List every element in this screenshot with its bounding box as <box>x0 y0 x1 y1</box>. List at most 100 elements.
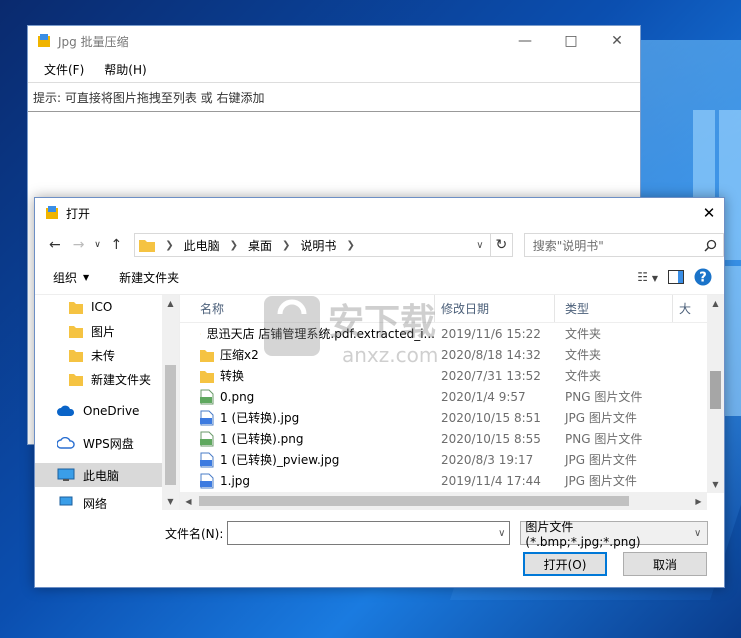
breadcrumb-this-pc[interactable]: 此电脑 <box>184 237 220 254</box>
png-file-icon <box>200 389 214 404</box>
folder-icon <box>200 333 201 334</box>
address-bar[interactable]: ❯ 此电脑 ❯ 桌面 ❯ 说明书 ❯ ∨ <box>134 233 491 257</box>
cancel-button[interactable]: 取消 <box>623 552 707 576</box>
folder-icon <box>200 370 214 383</box>
pc-icon <box>57 468 75 481</box>
nav-item-this-pc[interactable]: 此电脑 <box>35 463 179 487</box>
nav-item-label: 此电脑 <box>83 468 120 483</box>
folder-icon <box>200 349 214 362</box>
open-button[interactable]: 打开(O) <box>523 552 607 576</box>
file-row[interactable]: 1 (已转换)_pview.jpg 2020/8/3 19:17 JPG 图片文件 <box>180 449 724 470</box>
app-titlebar[interactable]: Jpg 批量压缩 — □ ✕ <box>28 26 640 56</box>
folder-icon <box>139 240 156 252</box>
file-list: 名称 修改日期 类型 大 思迅天店 店铺管理系统.pdf.extracted_i… <box>180 295 724 510</box>
nav-item-label: WPS网盘 <box>83 436 134 451</box>
file-row[interactable]: 转换 2020/7/31 13:52 文件夹 <box>180 365 724 386</box>
file-type: JPG 图片文件 <box>565 474 637 488</box>
breadcrumb-desktop[interactable]: 桌面 <box>248 237 272 254</box>
file-type: 文件夹 <box>565 327 602 341</box>
file-row[interactable]: 0.png 2020/1/4 9:57 PNG 图片文件 <box>180 386 724 407</box>
file-type: 文件夹 <box>565 369 602 383</box>
scroll-down-icon[interactable]: ▼ <box>162 493 179 510</box>
scroll-up-icon[interactable]: ▲ <box>707 295 724 312</box>
file-list-scrollbar[interactable]: ▲ ▼ <box>707 295 724 493</box>
jpg-file-icon <box>200 410 214 425</box>
network-icon <box>59 496 73 506</box>
breadcrumb-separator: ❯ <box>282 239 291 251</box>
scroll-thumb[interactable] <box>199 496 629 506</box>
file-row[interactable]: 1.jpg 2019/11/4 17:44 JPG 图片文件 <box>180 470 724 491</box>
jpg-file-icon <box>200 452 214 467</box>
menu-help[interactable]: 帮助(H) <box>96 59 154 80</box>
dialog-close-button[interactable]: ✕ <box>694 198 724 228</box>
column-header-type[interactable]: 类型 <box>555 295 673 322</box>
png-file-icon <box>200 431 214 446</box>
chevron-down-icon[interactable]: ∨ <box>498 528 505 539</box>
filetype-value: 图片文件 (*.bmp;*.jpg;*.png) <box>525 519 641 549</box>
file-row[interactable]: 思迅天店 店铺管理系统.pdf.extracted_i... 2019/11/6 … <box>180 323 724 344</box>
nav-item-ico[interactable]: ICO <box>35 295 179 319</box>
svg-text:?: ? <box>699 271 707 286</box>
dialog-titlebar[interactable]: 打开 ✕ <box>35 198 724 228</box>
file-row[interactable]: 1 (已转换).jpg 2020/10/15 8:51 JPG 图片文件 <box>180 407 724 428</box>
close-button[interactable]: ✕ <box>594 26 640 56</box>
file-name-cell: 转换 <box>180 367 435 384</box>
scroll-down-icon[interactable]: ▼ <box>707 476 724 493</box>
nav-item-wps-drive[interactable]: WPS网盘 <box>35 431 179 455</box>
nav-item-pictures[interactable]: 图片 <box>35 319 179 343</box>
preview-pane-icon[interactable] <box>668 270 684 284</box>
refresh-icon[interactable]: ↻ <box>490 233 513 257</box>
breadcrumb-manual[interactable]: 说明书 <box>300 237 336 254</box>
horizontal-scrollbar[interactable]: ◀ ▶ <box>180 492 707 510</box>
up-arrow-icon[interactable]: ↑ <box>104 233 128 257</box>
scroll-thumb[interactable] <box>710 371 721 409</box>
file-name-cell: 1 (已转换).png <box>180 430 435 447</box>
maximize-button[interactable]: □ <box>548 26 594 56</box>
nav-item-onedrive[interactable]: OneDrive <box>35 399 179 423</box>
navigation-bar: ← → ∨ ↑ ❯ 此电脑 ❯ 桌面 ❯ 说明书 ❯ ∨ ↻ 搜索"说明书" <box>35 228 725 262</box>
file-date: 2020/1/4 9:57 <box>441 389 526 404</box>
file-name-cell: 压缩x2 <box>180 346 435 363</box>
file-name: 思迅天店 店铺管理系统.pdf.extracted_i... <box>206 327 435 341</box>
file-row[interactable]: 压缩x2 2020/8/18 14:32 文件夹 <box>180 344 724 365</box>
help-icon[interactable]: ? <box>694 268 712 286</box>
file-rows: 思迅天店 店铺管理系统.pdf.extracted_i... 2019/11/6 … <box>180 323 724 491</box>
organize-button[interactable]: 组织 ▼ <box>53 269 89 286</box>
menu-file[interactable]: 文件(F) <box>36 59 92 80</box>
breadcrumb-separator: ❯ <box>165 239 174 251</box>
nav-item-label: 未传 <box>91 348 116 363</box>
minimize-button[interactable]: — <box>502 26 548 56</box>
file-name: 压缩x2 <box>220 348 259 362</box>
file-name-cell: 0.png <box>180 389 435 405</box>
back-arrow-icon[interactable]: ← <box>43 233 67 257</box>
address-dropdown-icon[interactable]: ∨ <box>470 240 490 251</box>
nav-item-label: 新建文件夹 <box>91 372 152 387</box>
folder-icon <box>69 374 83 386</box>
forward-arrow-icon[interactable]: → <box>67 233 91 257</box>
new-folder-button[interactable]: 新建文件夹 <box>119 269 179 286</box>
scroll-up-icon[interactable]: ▲ <box>162 295 179 312</box>
nav-item-unuploaded[interactable]: 未传 <box>35 343 179 367</box>
nav-item-network[interactable]: 网络 <box>35 495 179 509</box>
recent-dropdown-icon[interactable]: ∨ <box>91 233 105 257</box>
scroll-left-icon[interactable]: ◀ <box>180 497 197 506</box>
file-name: 1 (已转换)_pview.jpg <box>220 453 340 467</box>
command-bar: 组织 ▼ 新建文件夹 ☷ ▼ ? <box>35 262 724 292</box>
file-date: 2020/10/15 8:55 <box>441 431 541 446</box>
scroll-thumb[interactable] <box>165 365 176 485</box>
column-header-date[interactable]: 修改日期 <box>435 295 555 322</box>
column-header-name[interactable]: 名称 <box>180 295 435 322</box>
file-name: 0.png <box>220 389 255 404</box>
nav-item-new-folder[interactable]: 新建文件夹 <box>35 367 179 391</box>
folder-icon <box>69 326 83 338</box>
search-input[interactable]: 搜索"说明书" <box>523 233 725 257</box>
filetype-select[interactable]: 图片文件 (*.bmp;*.jpg;*.png) ∨ <box>520 520 709 549</box>
scroll-right-icon[interactable]: ▶ <box>690 497 707 506</box>
column-header-size[interactable]: 大 <box>673 295 691 322</box>
nav-scrollbar[interactable]: ▲ ▼ <box>162 295 179 510</box>
view-options-icon[interactable]: ☷ ▼ <box>637 270 658 284</box>
file-name-cell: 思迅天店 店铺管理系统.pdf.extracted_i... <box>180 325 435 342</box>
file-row[interactable]: 1 (已转换).png 2020/10/15 8:55 PNG 图片文件 <box>180 428 724 449</box>
nav-item-label: OneDrive <box>83 404 140 418</box>
filename-input[interactable]: ∨ <box>227 521 511 545</box>
